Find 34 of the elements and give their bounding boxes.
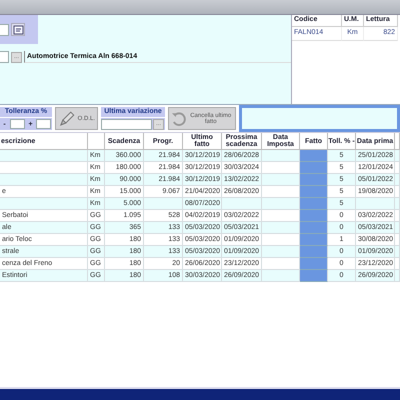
input-field[interactable] (0, 24, 9, 36)
table-cell (262, 258, 300, 270)
table-cell (222, 198, 262, 210)
fatto-cell (300, 198, 328, 210)
table-cell (262, 234, 300, 246)
fatto-cell (300, 162, 328, 174)
table-cell (356, 198, 395, 210)
input-field[interactable] (36, 119, 51, 129)
table-cell (262, 222, 300, 234)
fatto-cell (300, 210, 328, 222)
fatto-cell (300, 174, 328, 186)
document-button[interactable] (11, 23, 25, 36)
table-cell (262, 210, 300, 222)
table-cell (262, 198, 300, 210)
fatto-cell (300, 222, 328, 234)
input-field[interactable] (101, 118, 152, 130)
fatto-cell (300, 270, 328, 282)
table-cell (262, 270, 300, 282)
pencil-icon (58, 110, 76, 128)
table-cell (262, 162, 300, 174)
undo-icon (171, 110, 186, 126)
input-field[interactable] (0, 51, 9, 63)
table-cell (262, 150, 300, 162)
document-icon (12, 24, 24, 34)
table-cell (262, 246, 300, 258)
table-cell (262, 174, 300, 186)
input-field[interactable] (10, 119, 25, 129)
fatto-cell (300, 234, 328, 246)
fatto-cell (300, 186, 328, 198)
table-cell (144, 198, 183, 210)
table-cell (262, 186, 300, 198)
fatto-cell (300, 258, 328, 270)
fatto-cell (300, 150, 328, 162)
fatto-cell (300, 246, 328, 258)
